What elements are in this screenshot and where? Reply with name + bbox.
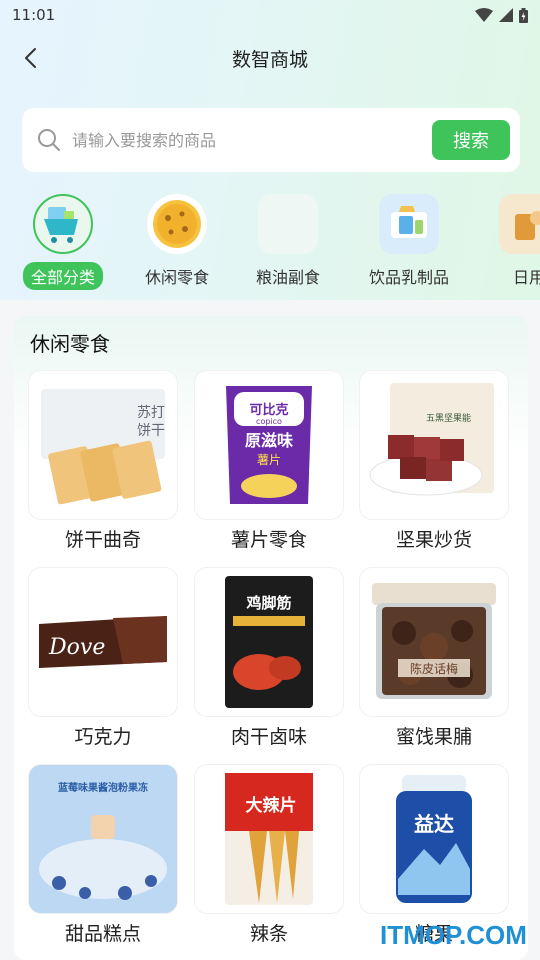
package-text: 苏打 (137, 404, 165, 421)
status-bar: 11:01 (0, 0, 540, 30)
dessert-image: 蓝莓味果酱泡粉果冻 (29, 765, 177, 913)
category-strip: 全部分类 休闲零食 粮油副食 饮品乳制品 日用 (0, 190, 540, 290)
product-name: 坚果炒货 (395, 529, 472, 551)
cookie-icon (147, 194, 207, 254)
package-text: 可比克 (249, 402, 288, 418)
package-text: 陈皮话梅 (410, 661, 458, 676)
signal-icon (499, 8, 513, 22)
category-grain-oil[interactable]: 粮油副食 (228, 190, 348, 290)
search-icon (36, 127, 62, 153)
category-label: 粮油副食 (255, 268, 320, 287)
shopping-cart-icon (33, 194, 93, 254)
search-button[interactable]: 搜索 (432, 120, 510, 160)
grain-oil-icon (258, 194, 318, 254)
daily-goods-icon (499, 194, 540, 254)
product-desserts[interactable]: 蓝莓味果酱泡粉果冻 甜品糕点 (29, 765, 177, 945)
status-time: 11:01 (12, 6, 56, 24)
milk-carton-icon (379, 194, 439, 254)
category-snacks[interactable]: 休闲零食 (117, 190, 237, 290)
product-spicy-strips[interactable]: 大辣片 辣条 (195, 765, 343, 945)
product-name: 薯片零食 (230, 529, 307, 551)
product-name: 辣条 (249, 923, 288, 945)
wifi-icon (475, 8, 493, 22)
jerky-bag-image: 鸡脚筋 (195, 568, 343, 716)
category-label: 休闲零食 (144, 268, 209, 287)
nuts-bag-image: 五黑坚果能 (360, 371, 508, 519)
product-chocolate[interactable]: Dove 巧克力 (29, 568, 177, 748)
spicy-strips-bag-image: 大辣片 (195, 765, 343, 913)
site-watermark: ITMOP.COM (380, 920, 527, 950)
search-bar: 搜索 (22, 108, 520, 172)
product-panel: 休闲零食 苏打 饼干 饼干曲奇 可比克 copico 原滋味 薯片 薯片零食 五… (14, 316, 528, 960)
page-title: 数智商城 (231, 48, 308, 71)
category-drinks-dairy[interactable]: 饮品乳制品 (349, 190, 469, 290)
app-header: 数智商城 (0, 36, 540, 80)
category-all[interactable]: 全部分类 (3, 190, 123, 290)
package-text: 薯片 (257, 453, 281, 467)
package-text: 大辣片 (246, 795, 297, 816)
product-name: 蜜饯果脯 (395, 726, 472, 748)
gum-bottle-image: 益达 (360, 765, 508, 913)
product-name: 甜品糕点 (64, 923, 141, 945)
chocolate-bar-image: Dove (29, 568, 177, 716)
package-text: 蓝莓味果酱泡粉果冻 (58, 781, 148, 794)
package-text: 益达 (414, 812, 454, 836)
package-text: 五黑坚果能 (426, 412, 471, 424)
package-text: copico (256, 417, 282, 426)
back-button[interactable] (14, 42, 46, 74)
category-label: 全部分类 (22, 262, 103, 290)
package-text: 原滋味 (245, 431, 293, 450)
biscuit-package-image: 苏打 饼干 (29, 371, 177, 519)
product-name: 肉干卤味 (230, 726, 307, 748)
battery-icon (519, 7, 528, 23)
package-text: 饼干 (137, 423, 165, 439)
category-daily-use[interactable]: 日用 (469, 190, 540, 290)
product-dried-fruit[interactable]: 陈皮话梅 蜜饯果脯 (360, 568, 508, 748)
product-name: 饼干曲奇 (64, 529, 141, 551)
chevron-left-icon (25, 48, 36, 68)
status-icons (475, 7, 528, 23)
category-label: 饮品乳制品 (368, 268, 449, 287)
category-label: 日用 (512, 268, 540, 287)
dried-fruit-jar-image: 陈皮话梅 (360, 568, 508, 716)
search-input[interactable] (72, 130, 432, 150)
product-name: 巧克力 (74, 726, 132, 748)
package-text: 鸡脚筋 (245, 594, 291, 612)
chips-bag-image: 可比克 copico 原滋味 薯片 (195, 371, 343, 519)
product-biscuits[interactable]: 苏打 饼干 饼干曲奇 (29, 371, 177, 551)
product-nuts[interactable]: 五黑坚果能 坚果炒货 (360, 371, 508, 551)
product-grid: 苏打 饼干 饼干曲奇 可比克 copico 原滋味 薯片 薯片零食 五黑坚果能 … (14, 316, 528, 960)
package-text: Dove (48, 635, 105, 660)
product-candy[interactable]: 益达 糖果 (360, 765, 508, 945)
product-jerky[interactable]: 鸡脚筋 肉干卤味 (195, 568, 343, 748)
product-chips[interactable]: 可比克 copico 原滋味 薯片 薯片零食 (195, 371, 343, 551)
